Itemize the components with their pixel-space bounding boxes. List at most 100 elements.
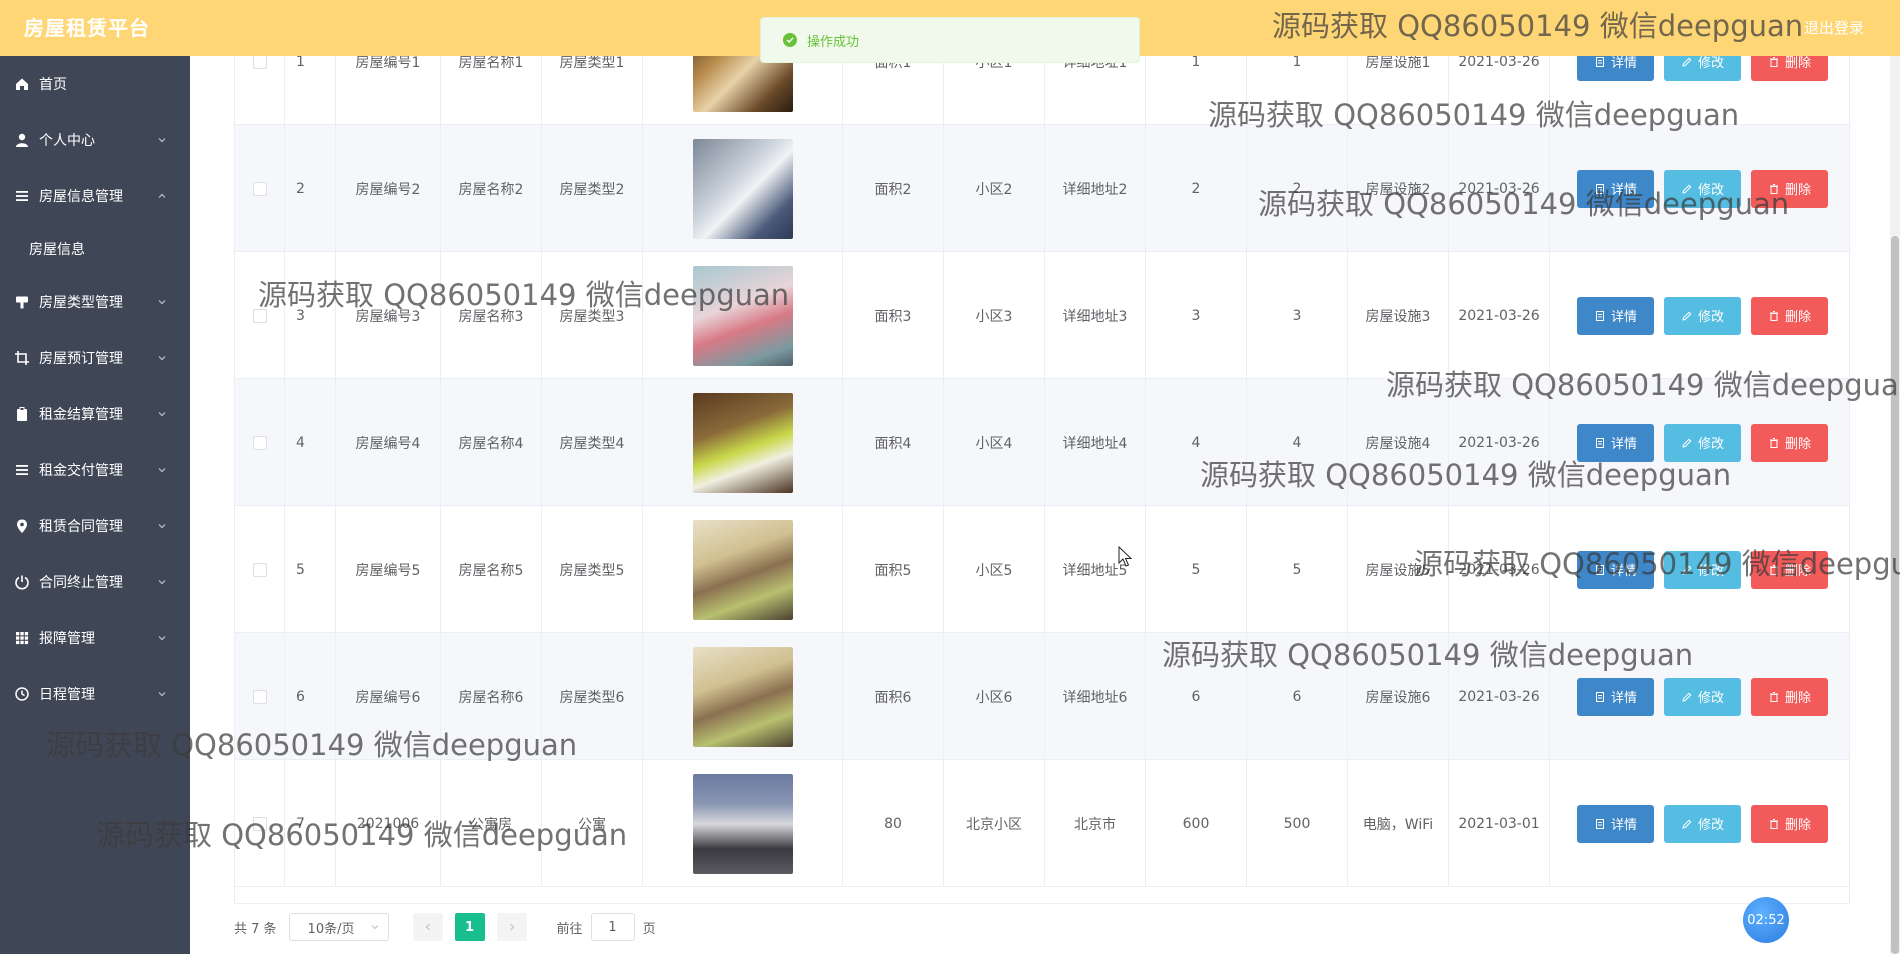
- vertical-scrollbar[interactable]: [1890, 56, 1900, 954]
- clock-icon: [15, 687, 29, 701]
- detail-button[interactable]: 详情: [1577, 423, 1654, 462]
- sidebar-item-label: 首页: [39, 77, 67, 93]
- sidebar-item-9[interactable]: 报障管理: [0, 610, 190, 666]
- house-thumbnail[interactable]: [692, 138, 793, 239]
- sidebar-item-6[interactable]: 租金交付管理: [0, 442, 190, 498]
- row-checkbox[interactable]: [252, 181, 267, 196]
- cell-text: 面积6: [874, 689, 912, 706]
- cell-actions: 详情 修改 删除: [1550, 56, 1849, 125]
- delete-button[interactable]: 删除: [1751, 677, 1828, 716]
- cell-c2: 1: [1247, 56, 1348, 125]
- cell-select: [235, 125, 285, 252]
- next-page-button[interactable]: [496, 913, 527, 941]
- cell-text: 电脑，WiFi: [1362, 816, 1434, 833]
- menu-icon: [16, 465, 28, 475]
- detail-button-label: 详情: [1610, 437, 1637, 452]
- edit-button[interactable]: 修改: [1664, 169, 1741, 208]
- cell-text: 小区5: [975, 562, 1013, 579]
- sidebar-item-3[interactable]: 房屋类型管理: [0, 274, 190, 330]
- cell-facilities: 房屋设施5: [1348, 506, 1449, 633]
- page-1-button[interactable]: 1: [454, 913, 485, 941]
- cell-address: 详细地址4: [1045, 379, 1146, 506]
- detail-button[interactable]: 详情: [1577, 677, 1654, 716]
- cell-text: 2021-03-26: [1458, 688, 1540, 705]
- table-row: 1 房屋编号1 房屋名称1 房屋类型1 面积1 小区1 详细地址1 1 1 房屋设施1 2021-0…: [235, 56, 1849, 125]
- house-thumbnail[interactable]: [692, 392, 793, 493]
- delete-button[interactable]: 删除: [1751, 169, 1828, 208]
- cell-c2: 3: [1247, 252, 1348, 379]
- cell-text: 2021-03-26: [1458, 56, 1540, 70]
- cell-text: 房屋名称5: [458, 562, 524, 579]
- detail-button[interactable]: 详情: [1577, 804, 1654, 843]
- cell-facilities: 房屋设施6: [1348, 633, 1449, 760]
- delete-button[interactable]: 删除: [1751, 550, 1828, 589]
- delete-button[interactable]: 删除: [1751, 296, 1828, 335]
- sidebar-item-label: 日程管理: [39, 687, 95, 703]
- delete-button[interactable]: 删除: [1751, 423, 1828, 462]
- edit-button[interactable]: 修改: [1664, 296, 1741, 335]
- sidebar-item-1[interactable]: 个人中心: [0, 112, 190, 168]
- home-icon: [16, 78, 28, 90]
- edit-button[interactable]: 修改: [1664, 56, 1741, 81]
- edit-button[interactable]: 修改: [1664, 423, 1741, 462]
- edit-button[interactable]: 修改: [1664, 550, 1741, 589]
- house-thumbnail[interactable]: [692, 519, 793, 620]
- cell-community: 小区2: [944, 125, 1045, 252]
- house-thumbnail[interactable]: [692, 646, 793, 747]
- house-thumbnail[interactable]: [692, 56, 793, 112]
- chevron-down-icon: [371, 925, 378, 930]
- row-checkbox[interactable]: [252, 562, 267, 577]
- timer-badge[interactable]: 02:52: [1743, 897, 1789, 943]
- cell-actions: 详情 修改 删除: [1550, 252, 1849, 379]
- scrollbar-thumb[interactable]: [1891, 236, 1899, 954]
- sidebar-item-7[interactable]: 租赁合同管理: [0, 498, 190, 554]
- cell-type: 房屋类型5: [542, 506, 643, 633]
- cell-text: 小区6: [975, 689, 1013, 706]
- detail-button[interactable]: 详情: [1577, 550, 1654, 589]
- sidebar-item-8[interactable]: 合同终止管理: [0, 554, 190, 610]
- sidebar-item-4[interactable]: 房屋预订管理: [0, 330, 190, 386]
- detail-button[interactable]: 详情: [1577, 296, 1654, 335]
- row-checkbox[interactable]: [252, 308, 267, 323]
- goto-page-input[interactable]: 1: [590, 913, 635, 941]
- sidebar-item-5[interactable]: 租金结算管理: [0, 386, 190, 442]
- page-size-select[interactable]: 10条/页: [288, 913, 389, 941]
- cell-date: 2021-03-26: [1449, 125, 1550, 252]
- house-thumbnail[interactable]: [692, 265, 793, 366]
- delete-button[interactable]: 删除: [1751, 804, 1828, 843]
- cell-actions: 详情 修改 删除: [1550, 125, 1849, 252]
- delete-button-label: 删除: [1784, 56, 1811, 71]
- edit-button[interactable]: 修改: [1664, 677, 1741, 716]
- house-thumbnail[interactable]: [692, 773, 793, 874]
- cell-text: 2: [1191, 180, 1201, 197]
- row-checkbox[interactable]: [252, 56, 267, 69]
- trash-icon: [1769, 564, 1778, 575]
- delete-button[interactable]: 删除: [1751, 56, 1828, 81]
- edit-button-label: 修改: [1697, 691, 1724, 706]
- sidebar-item-10[interactable]: 日程管理: [0, 666, 190, 722]
- cell-type: 房屋类型1: [542, 56, 643, 125]
- detail-button[interactable]: 详情: [1577, 169, 1654, 208]
- pencil-icon: [1682, 438, 1692, 448]
- delete-button-label: 删除: [1784, 437, 1811, 452]
- sidebar-item-0[interactable]: 首页: [0, 56, 190, 112]
- row-checkbox[interactable]: [252, 689, 267, 704]
- cell-text: 2021-03-01: [1458, 815, 1540, 832]
- delete-button-label: 删除: [1784, 818, 1811, 833]
- prev-page-button[interactable]: [412, 913, 443, 941]
- cell-text: 4: [1191, 434, 1201, 451]
- cell-text: 房屋设施3: [1365, 308, 1431, 325]
- sidebar-item-2[interactable]: 房屋信息管理: [0, 168, 190, 224]
- submenu-item-house-info[interactable]: 房屋信息: [0, 224, 190, 274]
- row-checkbox[interactable]: [252, 435, 267, 450]
- cell-c1: 6: [1146, 633, 1247, 760]
- cell-c2: 2: [1247, 125, 1348, 252]
- cell-code: 房屋编号2: [336, 125, 441, 252]
- row-checkbox[interactable]: [252, 816, 267, 831]
- menu-icon: [16, 191, 28, 201]
- logout-link[interactable]: 退出登录: [1804, 0, 1864, 56]
- pencil-icon: [1682, 311, 1692, 321]
- edit-button[interactable]: 修改: [1664, 804, 1741, 843]
- detail-button[interactable]: 详情: [1577, 56, 1654, 81]
- cell-actions: 详情 修改 删除: [1550, 379, 1849, 506]
